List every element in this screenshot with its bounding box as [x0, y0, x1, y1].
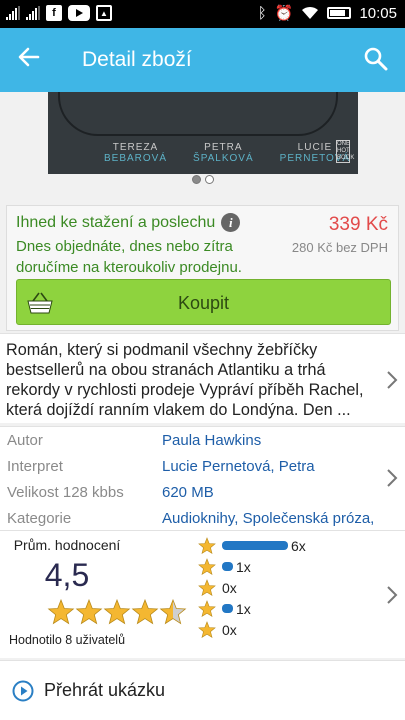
detail-value-link[interactable]: Paula Hawkins	[162, 432, 261, 449]
youtube-icon	[68, 5, 90, 21]
detail-value-link[interactable]: Audioknihy, Společenská próza,	[162, 510, 374, 527]
rating-star-icon	[131, 599, 159, 625]
buy-button-label: Koupit	[177, 293, 230, 313]
detail-row: Velikost 128 kbbs 620 MB	[7, 481, 387, 507]
rating-bar-count: 0x	[222, 579, 237, 596]
chevron-right-icon	[387, 371, 398, 389]
buy-button[interactable]: Koupit	[16, 279, 391, 325]
carousel-page-indicator	[0, 175, 405, 184]
play-preview-button[interactable]: Přehrát ukázku	[0, 660, 405, 720]
star-icon	[198, 557, 216, 575]
rating-distribution: 6x 1x 0x 1x 0x	[198, 535, 378, 640]
page-title: Detail zboží	[82, 48, 192, 71]
battery-icon	[327, 7, 352, 19]
price-without-vat: 280 Kč bez DPH	[291, 240, 388, 255]
description-section[interactable]: Román, který si podmanil všechny žebříčk…	[0, 333, 405, 423]
star-icon	[198, 620, 216, 638]
rating-distribution-row: 1x	[198, 598, 378, 619]
play-icon	[12, 680, 34, 702]
rating-distribution-row: 0x	[198, 619, 378, 640]
price: 339 Kč	[328, 214, 388, 235]
detail-value: 620 MB	[162, 484, 214, 501]
cover-narrator-first: PETRA	[204, 142, 243, 153]
alarm-icon: ⏰	[274, 5, 294, 22]
rating-bar	[222, 541, 288, 550]
search-icon[interactable]	[361, 44, 391, 74]
signal-icon	[26, 6, 40, 20]
purchase-panel: Ihned ke stažení a poslechu i Dnes objed…	[6, 205, 399, 331]
wifi-icon	[302, 6, 319, 19]
detail-key: Autor	[7, 432, 43, 449]
detail-key: Velikost 128 kbbs	[7, 484, 124, 501]
publisher-logo: ONE HOT BOOK	[336, 140, 355, 163]
rating-bar-count: 1x	[236, 558, 251, 575]
detail-key: Interpret	[7, 458, 63, 475]
clock-time: 10:05	[359, 4, 397, 22]
status-bar: f ▲ ᛒ ⏰ 10:05	[0, 0, 405, 28]
rating-distribution-row: 0x	[198, 577, 378, 598]
rating-count: Hodnotilo 8 uživatelů	[8, 633, 126, 647]
play-preview-label: Přehrát ukázku	[44, 680, 166, 700]
info-icon[interactable]: i	[221, 213, 241, 232]
cover-narrator-first: TEREZA	[112, 142, 159, 153]
detail-row: Autor Paula Hawkins	[7, 429, 387, 455]
rating-star-icon	[103, 599, 131, 625]
cover-narrator-last: ŠPALKOVÁ	[193, 153, 254, 164]
rating-bar	[222, 604, 233, 613]
app-bar: Detail zboží	[0, 28, 405, 92]
carousel-dot[interactable]	[191, 175, 201, 184]
cover-artwork	[58, 92, 338, 136]
arrow-left-icon[interactable]	[18, 46, 40, 72]
cover-narrator-last: BEBAROVÁ	[104, 153, 168, 164]
chevron-right-icon	[387, 469, 398, 487]
delivery-text: Dnes objednáte, dnes nebo zítra doručíme…	[16, 238, 242, 276]
rating-average: 4,5	[44, 557, 90, 593]
carousel-dot[interactable]	[204, 175, 214, 184]
rating-bar-count: 6x	[291, 537, 306, 554]
rating-stars	[47, 599, 187, 625]
star-icon	[198, 536, 216, 554]
availability-status: Ihned ke stažení a poslechu i	[16, 213, 241, 232]
signal-icon	[6, 6, 20, 20]
rating-star-icon	[75, 599, 103, 625]
rating-section[interactable]: Prům. hodnocení 4,5 Hodnotilo 8 uživatel…	[0, 530, 405, 658]
rating-star-icon	[159, 599, 187, 625]
product-details[interactable]: Autor Paula Hawkins Interpret Lucie Pern…	[0, 426, 405, 530]
rating-distribution-row: 1x	[198, 556, 378, 577]
rating-star-icon	[47, 599, 75, 625]
rating-bar	[222, 562, 233, 571]
cover-narrators: TEREZA BEBAROVÁ PETRA ŠPALKOVÁ LUCIE PER…	[104, 142, 350, 164]
rating-distribution-row: 6x	[198, 535, 378, 556]
bluetooth-icon: ᛒ	[257, 4, 267, 22]
image-icon: ▲	[96, 5, 112, 21]
star-icon	[198, 578, 216, 596]
availability-text: Ihned ke stažení a poslechu	[16, 213, 216, 231]
rating-bar-count: 0x	[222, 621, 237, 638]
star-icon	[198, 599, 216, 617]
detail-row: Interpret Lucie Pernetová, Petra	[7, 455, 387, 481]
chevron-right-icon	[387, 586, 398, 604]
rating-bar-count: 1x	[236, 600, 251, 617]
detail-key: Kategorie	[7, 510, 72, 527]
facebook-icon: f	[46, 5, 62, 21]
detail-value-link[interactable]: Lucie Pernetová, Petra	[162, 458, 315, 475]
description-text: Román, který si podmanil všechny žebříčk…	[6, 341, 364, 419]
rating-label: Prům. hodnocení	[13, 537, 121, 553]
product-cover-image[interactable]: TEREZA BEBAROVÁ PETRA ŠPALKOVÁ LUCIE PER…	[48, 92, 358, 174]
